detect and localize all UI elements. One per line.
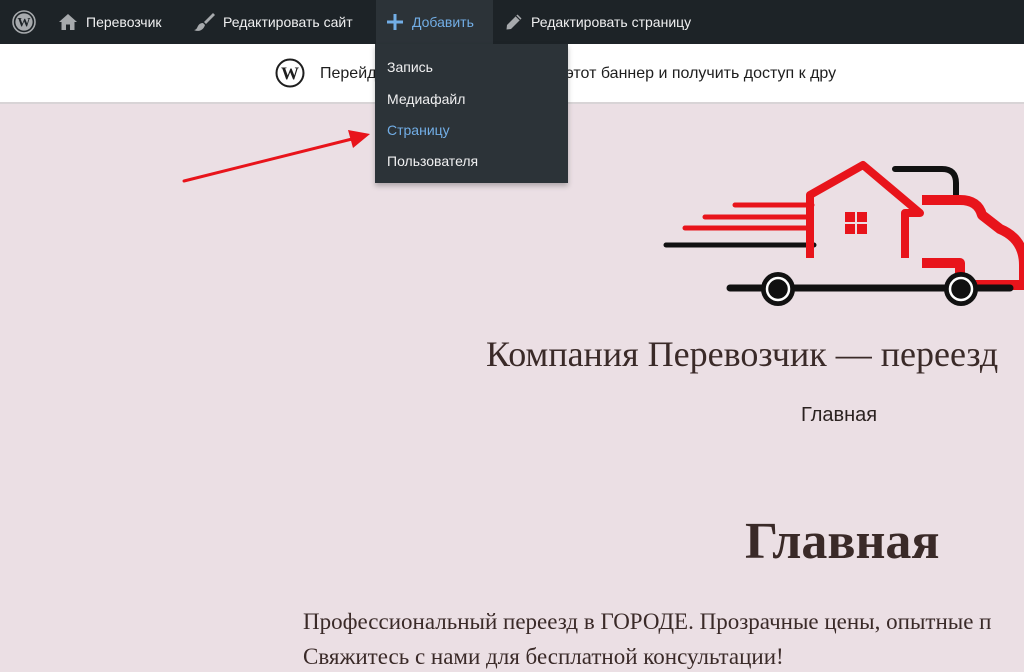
brush-icon: [194, 13, 215, 31]
add-new-menu[interactable]: Добавить: [376, 0, 493, 44]
plus-icon: [387, 14, 403, 30]
submenu-item-user[interactable]: Пользователя: [387, 152, 478, 170]
add-new-label: Добавить: [412, 14, 474, 30]
submenu-item-page[interactable]: Страницу: [387, 121, 450, 139]
edit-page-label: Редактировать страницу: [531, 14, 692, 30]
edit-site-link[interactable]: Редактировать сайт: [193, 0, 353, 44]
edit-site-label: Редактировать сайт: [223, 14, 353, 30]
add-new-submenu: Запись Медиафайл Страницу Пользователя: [375, 44, 568, 183]
wordpress-logo-icon: W: [12, 10, 36, 34]
edit-page-link[interactable]: Редактировать страницу: [505, 0, 691, 44]
site-name-link[interactable]: Перевозчик: [58, 0, 162, 44]
admin-bar: W Перевозчик Редактировать сайт Добавить…: [0, 0, 1024, 44]
wordpress-logo-button[interactable]: W: [12, 0, 36, 44]
home-icon: [59, 14, 77, 30]
submenu-item-media[interactable]: Медиафайл: [387, 90, 465, 108]
site-name-label: Перевозчик: [86, 14, 162, 30]
svg-text:W: W: [18, 15, 31, 30]
submenu-item-post[interactable]: Запись: [387, 58, 433, 76]
pencil-icon: [506, 14, 522, 30]
